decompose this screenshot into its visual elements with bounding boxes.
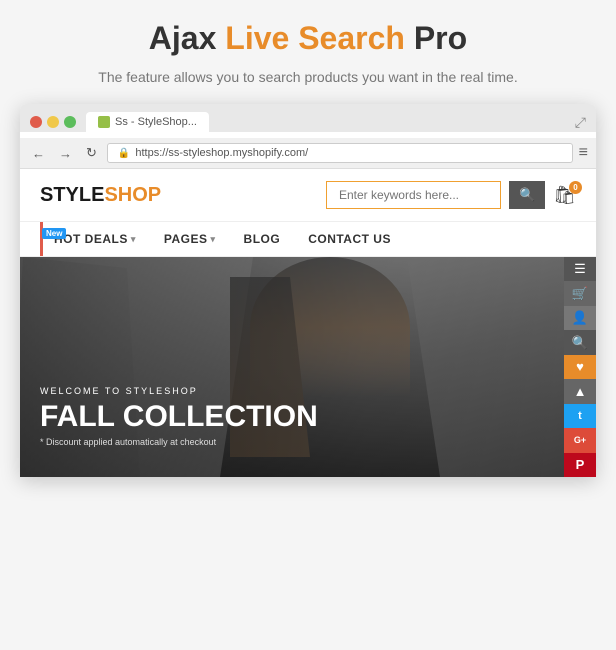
nav-pages[interactable]: PAGES ▾ bbox=[150, 222, 230, 256]
close-dot[interactable] bbox=[30, 116, 42, 128]
shop-search-area: 🔍 🛍 0 bbox=[326, 181, 576, 209]
search-input[interactable] bbox=[326, 181, 501, 209]
hero-title: FALL COLLECTION bbox=[40, 400, 318, 433]
hot-deals-chevron: ▾ bbox=[131, 234, 136, 245]
url-bar[interactable]: 🔒 https://ss-styleshop.myshopify.com/ bbox=[107, 143, 573, 163]
lock-icon: 🔒 bbox=[118, 148, 130, 159]
title-live-search: Live Search bbox=[225, 20, 405, 56]
hero-discount: * Discount applied automatically at chec… bbox=[40, 437, 318, 447]
hot-deals-wrapper: HOT DEALS ▾ New bbox=[40, 222, 150, 256]
browser-menu-icon[interactable]: ≡ bbox=[579, 144, 588, 162]
search-sidebar-icon[interactable]: 🔍 bbox=[564, 330, 596, 354]
pages-label: PAGES bbox=[164, 232, 208, 246]
shop-content: STYLESHOP 🔍 🛍 0 HOT DEALS ▾ New bbox=[20, 169, 596, 477]
url-text: https://ss-styleshop.myshopify.com/ bbox=[135, 147, 308, 159]
title-ajax: Ajax bbox=[149, 20, 225, 56]
pinterest-sidebar-icon[interactable]: P bbox=[564, 453, 596, 477]
hero-section: WELCOME TO STYLESHOP FALL COLLECTION * D… bbox=[20, 257, 596, 477]
back-button[interactable]: ← bbox=[28, 144, 49, 163]
menu-sidebar-icon[interactable]: ☰ bbox=[564, 257, 596, 281]
pages-chevron: ▾ bbox=[211, 234, 216, 245]
refresh-button[interactable]: ↻ bbox=[82, 143, 101, 163]
browser-chrome: Ss - StyleShop... ⤢ bbox=[20, 104, 596, 132]
page-title: Ajax Live Search Pro bbox=[98, 20, 517, 57]
shop-nav: HOT DEALS ▾ New PAGES ▾ BLOG CONTACT US bbox=[20, 222, 596, 257]
minimize-dot[interactable] bbox=[47, 116, 59, 128]
user-sidebar-icon[interactable]: 👤 bbox=[564, 306, 596, 330]
sidebar-icons: ☰ 🛒 👤 🔍 ♥ ▲ t G+ P bbox=[564, 257, 596, 477]
new-badge: New bbox=[42, 228, 66, 239]
browser-navbar: ← → ↻ 🔒 https://ss-styleshop.myshopify.c… bbox=[20, 138, 596, 169]
browser-dots bbox=[30, 116, 76, 128]
tab-title: Ss - StyleShop... bbox=[115, 116, 197, 128]
contact-label: CONTACT US bbox=[308, 232, 391, 246]
arrow-up-sidebar-icon[interactable]: ▲ bbox=[564, 379, 596, 403]
nav-contact[interactable]: CONTACT US bbox=[294, 222, 405, 256]
maximize-dot[interactable] bbox=[64, 116, 76, 128]
nav-blog[interactable]: BLOG bbox=[230, 222, 295, 256]
heart-sidebar-icon[interactable]: ♥ bbox=[564, 355, 596, 379]
browser-tab[interactable]: Ss - StyleShop... bbox=[86, 112, 209, 132]
cart-sidebar-icon[interactable]: 🛒 bbox=[564, 281, 596, 305]
blog-label: BLOG bbox=[244, 232, 281, 246]
page-header: Ajax Live Search Pro The feature allows … bbox=[78, 20, 537, 88]
search-button[interactable]: 🔍 bbox=[509, 181, 545, 209]
pages-wrapper: PAGES ▾ bbox=[150, 222, 230, 256]
expand-icon[interactable]: ⤢ bbox=[575, 114, 586, 131]
cart-icon-wrapper[interactable]: 🛍 0 bbox=[553, 185, 576, 206]
browser-title-bar: Ss - StyleShop... ⤢ bbox=[30, 112, 586, 132]
logo-style: STYLE bbox=[40, 184, 104, 206]
logo-shop: SHOP bbox=[104, 184, 161, 206]
tab-favicon bbox=[98, 116, 110, 128]
twitter-sidebar-icon[interactable]: t bbox=[564, 404, 596, 428]
browser-window: Ss - StyleShop... ⤢ ← → ↻ 🔒 https://ss-s… bbox=[20, 104, 596, 477]
gplus-sidebar-icon[interactable]: G+ bbox=[564, 428, 596, 452]
cart-badge: 0 bbox=[569, 181, 582, 194]
shop-header: STYLESHOP 🔍 🛍 0 bbox=[20, 169, 596, 222]
hero-subtitle: WELCOME TO STYLESHOP bbox=[40, 386, 318, 396]
page-subtitle: The feature allows you to search product… bbox=[98, 67, 517, 88]
shop-logo: STYLESHOP bbox=[40, 184, 161, 207]
forward-button[interactable]: → bbox=[55, 144, 76, 163]
hero-text: WELCOME TO STYLESHOP FALL COLLECTION * D… bbox=[40, 386, 318, 447]
title-pro: Pro bbox=[405, 20, 467, 56]
